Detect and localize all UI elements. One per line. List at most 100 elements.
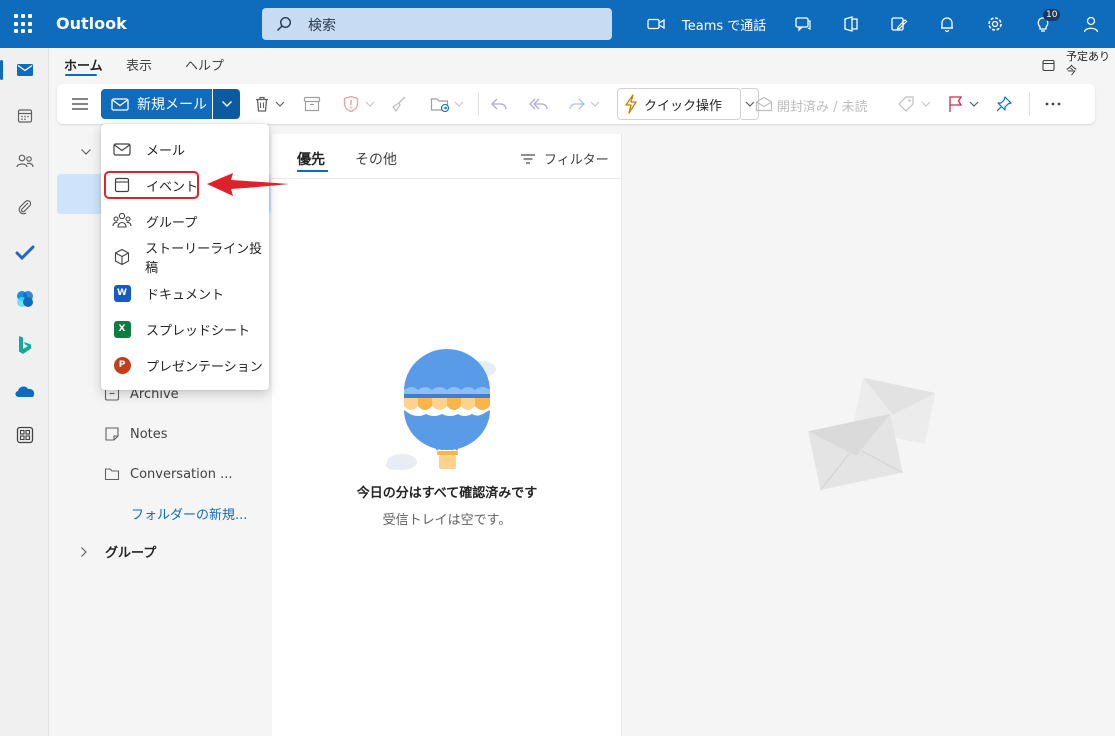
filter-button[interactable]: フィルター xyxy=(520,149,609,168)
rail-onedrive[interactable] xyxy=(0,373,49,409)
hamburger-icon[interactable] xyxy=(71,84,89,124)
mail-icon xyxy=(111,97,129,111)
menu-item-spreadsheet[interactable]: X スプレッドシート xyxy=(101,311,269,347)
new-mail-dropdown-button[interactable] xyxy=(213,89,240,119)
bell-icon[interactable] xyxy=(935,12,959,36)
folder-icon xyxy=(104,468,120,481)
flag-button[interactable] xyxy=(947,84,979,124)
onedrive-icon xyxy=(14,386,34,397)
groups-section[interactable]: グループ xyxy=(80,542,156,561)
menu-item-label: グループ xyxy=(146,215,198,231)
delete-button[interactable] xyxy=(253,84,285,124)
menu-item-label: スプレッドシート xyxy=(146,323,251,339)
schedule-time: 今 xyxy=(1066,64,1077,77)
powerpoint-icon: P xyxy=(112,355,132,375)
search-input[interactable]: 検索 xyxy=(308,15,336,35)
reply-all-button[interactable] xyxy=(529,84,549,124)
chevron-down-icon xyxy=(590,101,600,107)
archive-button[interactable] xyxy=(303,84,321,124)
edit-note-icon[interactable] xyxy=(887,12,911,36)
mail-icon xyxy=(16,64,33,76)
quick-steps-button[interactable]: クイック操作 xyxy=(617,88,741,120)
app-title[interactable]: Outlook xyxy=(56,14,127,33)
more-options-icon[interactable] xyxy=(1045,84,1061,124)
chevron-down-icon xyxy=(921,101,931,107)
folder-label: Conversation ... xyxy=(130,466,233,482)
pin-icon xyxy=(996,96,1012,112)
viva-icon xyxy=(16,291,33,307)
ribbon-tabs: ホーム 表示 ヘルプ xyxy=(56,48,1106,78)
menu-item-group[interactable]: グループ xyxy=(101,203,269,239)
chevron-down-icon xyxy=(969,101,979,107)
forward-button[interactable] xyxy=(568,84,600,124)
mark-read-label[interactable]: 開封済み / 未読 xyxy=(777,96,868,115)
folder-item-notes[interactable]: Notes xyxy=(104,422,168,446)
reply-button[interactable] xyxy=(490,84,508,124)
account-icon[interactable] xyxy=(1079,12,1103,36)
active-tab-indicator xyxy=(65,74,97,76)
rail-more-apps[interactable] xyxy=(0,417,49,453)
folder-item-conversation[interactable]: Conversation ... xyxy=(104,462,232,486)
toolbar-separator xyxy=(1029,92,1030,116)
chat-icon[interactable] xyxy=(791,12,815,36)
rail-todo[interactable] xyxy=(0,235,49,271)
folder-move-icon xyxy=(430,98,450,112)
gear-icon[interactable] xyxy=(983,12,1007,36)
tab-focused[interactable]: 優先 xyxy=(297,149,325,169)
group-icon xyxy=(112,211,132,231)
reading-pane xyxy=(623,134,1115,736)
rail-viva[interactable] xyxy=(0,281,49,317)
reply-icon xyxy=(491,98,507,110)
notification-badge: 10 xyxy=(1043,9,1061,21)
calendar-icon xyxy=(17,109,32,123)
filter-icon xyxy=(521,153,535,164)
sweep-button[interactable] xyxy=(390,84,408,124)
command-toolbar: 新規メール クイック操作 開封済み / 未読 xyxy=(57,84,1095,124)
shield-icon xyxy=(343,95,359,113)
new-folder-link[interactable]: フォルダーの新規... xyxy=(131,504,247,523)
app-launcher-icon[interactable] xyxy=(14,14,34,34)
broom-icon xyxy=(392,96,406,113)
chevron-down-icon[interactable] xyxy=(80,148,92,156)
toolbar-separator xyxy=(478,92,479,116)
schedule-status[interactable]: 予定あり 今 xyxy=(1042,50,1110,78)
report-button[interactable] xyxy=(343,84,375,124)
lightning-icon xyxy=(625,94,637,114)
mark-read-icon[interactable] xyxy=(755,84,773,124)
teams-call-label[interactable]: Teams で通話 xyxy=(682,15,766,34)
move-to-button[interactable] xyxy=(430,84,464,124)
menu-item-label: ドキュメント xyxy=(146,287,225,303)
menu-item-label: メール xyxy=(146,143,186,159)
menu-item-storyline[interactable]: ストーリーライン投稿 xyxy=(101,239,269,276)
new-mail-button[interactable]: 新規メール xyxy=(101,89,212,119)
tab-other[interactable]: その他 xyxy=(355,149,397,169)
video-call-icon[interactable] xyxy=(644,12,668,36)
pin-button[interactable] xyxy=(995,84,1013,124)
menu-item-presentation[interactable]: P プレゼンテーション xyxy=(101,347,269,383)
tag-icon xyxy=(898,96,914,112)
rail-mail[interactable] xyxy=(0,52,49,88)
menu-item-mail[interactable]: メール xyxy=(101,131,269,167)
rail-attachments[interactable] xyxy=(0,189,49,225)
chevron-down-icon xyxy=(275,101,285,107)
tab-view[interactable]: 表示 xyxy=(126,55,152,74)
empty-state-title: 今日の分はすべて確認済みです xyxy=(356,486,538,501)
menu-item-label: プレゼンテーション xyxy=(146,359,263,375)
envelopes-illustration xyxy=(808,377,935,491)
menu-item-document[interactable]: W ドキュメント xyxy=(101,275,269,311)
quick-steps-label: クイック操作 xyxy=(644,98,723,114)
storyline-icon xyxy=(112,247,131,267)
tab-help[interactable]: ヘルプ xyxy=(185,55,224,74)
message-list: 優先 その他 フィルター 今日の分はすべて確認済みです 受信トレイは空です。 xyxy=(272,134,622,736)
office-icon[interactable] xyxy=(839,12,863,36)
excel-icon: X xyxy=(112,319,132,339)
rail-calendar[interactable] xyxy=(0,98,49,134)
chevron-down-icon xyxy=(454,101,464,107)
search-box[interactable]: 検索 xyxy=(262,8,612,40)
tag-button[interactable] xyxy=(897,84,931,124)
calendar-small-icon xyxy=(1042,59,1055,72)
tab-home[interactable]: ホーム xyxy=(64,55,103,74)
rail-bing[interactable] xyxy=(0,327,49,363)
rail-people[interactable] xyxy=(0,143,49,179)
new-item-menu: メール イベント グループ ストーリーライン投稿 W ドキュメント X スプレッ… xyxy=(101,124,269,390)
